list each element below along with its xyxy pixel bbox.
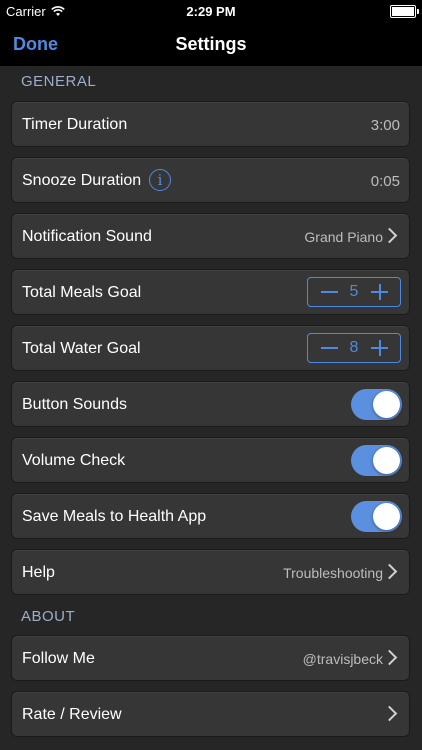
save-meals-health-toggle[interactable] [351,501,402,532]
navigation-bar: Done Settings [0,22,422,66]
button-sounds-label: Button Sounds [22,396,127,413]
total-meals-goal-label: Total Meals Goal [22,284,142,301]
volume-check-label: Volume Check [22,452,126,469]
help-label: Help [22,564,55,581]
plus-icon[interactable] [364,278,394,305]
notification-sound-value: Grand Piano [304,229,383,245]
notification-sound-row[interactable]: Notification Sound Grand Piano [11,213,410,259]
toggle-knob [373,447,400,474]
follow-me-label: Follow Me [22,650,95,667]
status-bar: Carrier 2:29 PM [0,0,422,22]
chevron-right-icon [381,649,398,666]
page-title: Settings [175,34,247,54]
save-meals-health-row: Save Meals to Health App [11,493,410,539]
snooze-duration-label: Snooze Duration [22,172,142,189]
status-time: 2:29 PM [186,4,236,19]
help-row[interactable]: Help Troubleshooting [11,549,410,595]
button-sounds-row: Button Sounds [11,381,410,427]
snooze-duration-row[interactable]: Snooze Duration i 0:05 [11,157,410,203]
toggle-knob [373,503,400,530]
button-sounds-toggle[interactable] [351,389,402,420]
follow-me-row[interactable]: Follow Me @travisjbeck [11,635,410,681]
section-header-about: ABOUT [21,608,76,625]
toggle-knob [373,391,400,418]
volume-check-row: Volume Check [11,437,410,483]
rate-review-row[interactable]: Rate / Review [11,691,410,737]
chevron-right-icon [381,563,398,580]
help-value: Troubleshooting [283,565,383,581]
chevron-right-icon [381,705,398,722]
total-water-goal-label: Total Water Goal [22,340,141,357]
battery-icon [390,5,419,18]
save-meals-health-label: Save Meals to Health App [22,508,207,525]
follow-me-value: @travisjbeck [302,651,383,667]
section-header-general: GENERAL [21,73,97,90]
meals-goal-stepper: 5 [307,277,401,307]
chevron-right-icon [381,227,398,244]
notification-sound-label: Notification Sound [22,228,152,245]
plus-icon[interactable] [364,334,394,361]
timer-duration-value: 3:00 [370,117,400,134]
rate-review-label: Rate / Review [22,706,122,723]
water-goal-stepper: 8 [307,333,401,363]
volume-check-toggle[interactable] [351,445,402,476]
timer-duration-label: Timer Duration [22,116,128,133]
snooze-duration-value: 0:05 [370,173,400,190]
info-icon[interactable]: i [149,169,171,191]
total-water-goal-row: Total Water Goal 8 [11,325,410,371]
timer-duration-row[interactable]: Timer Duration 3:00 [11,101,410,147]
total-meals-goal-row: Total Meals Goal 5 [11,269,410,315]
